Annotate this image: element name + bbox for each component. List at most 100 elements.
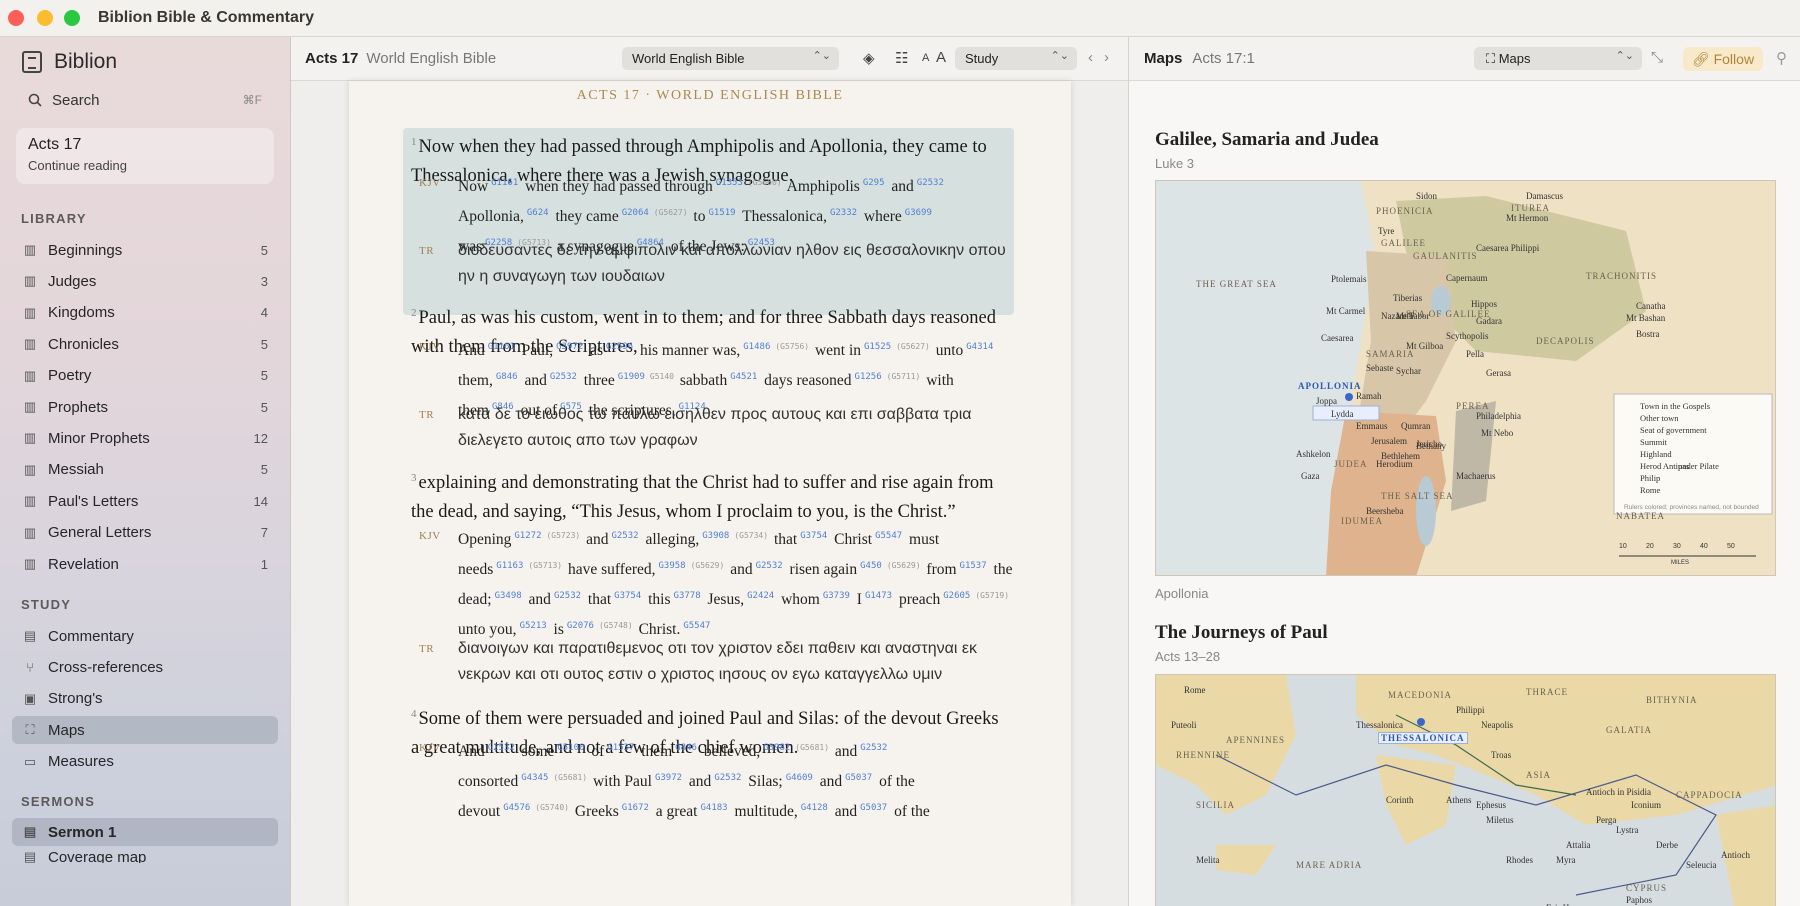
map-label[interactable]: Antioch in Pisidia (1586, 787, 1651, 797)
maps-select[interactable]: ⛶ Maps ⌃⌄ (1474, 47, 1642, 70)
chevron-left-icon[interactable]: ‹ (1088, 49, 1093, 66)
close-window-button[interactable] (8, 10, 24, 26)
map-label[interactable]: APOLLONIA (1298, 381, 1362, 391)
strongs-link[interactable]: G2532 (756, 561, 783, 571)
strongs-link[interactable]: G1161 (491, 178, 518, 188)
map-label[interactable]: Joppa (1316, 396, 1337, 406)
map-label[interactable]: Damascus (1526, 191, 1563, 201)
strongs-link[interactable]: G5547 (875, 531, 902, 541)
strongs-link[interactable]: G2532 (860, 743, 887, 753)
map-label[interactable]: APENNINES (1226, 735, 1285, 745)
expand-icon[interactable]: ⤡ (1651, 49, 1663, 66)
map-galilee-samaria-judea[interactable]: Sidon Damascus PHOENICIA ITUREA Mt Hermon Tyr… (1155, 180, 1776, 576)
strongs-link[interactable]: G4521 (730, 372, 757, 382)
map-label[interactable]: Thessalonica (1356, 720, 1403, 730)
strongs-link[interactable]: G3754 (800, 531, 827, 541)
map-label[interactable]: GAULANITIS (1413, 251, 1478, 261)
map-label[interactable]: NABATEA (1616, 511, 1665, 521)
map-label[interactable]: Hippos (1471, 299, 1497, 309)
strongs-link[interactable]: G1525 (864, 342, 891, 352)
strongs-link[interactable]: G1537 (607, 743, 634, 753)
map-label[interactable]: Emmaus (1356, 421, 1388, 431)
map-label[interactable]: ASIA (1526, 770, 1551, 780)
map-label[interactable]: IDUMEA (1341, 516, 1383, 526)
map-label[interactable]: Paphos (1626, 895, 1652, 905)
sidebar-item-general-letters[interactable]: ▥ General Letters 7 (12, 519, 278, 547)
strongs-link[interactable]: G1909 (618, 372, 645, 382)
map-label[interactable]: Mt Tabor (1396, 311, 1429, 321)
strongs-link[interactable]: G3958 (659, 561, 686, 571)
map-label[interactable]: Sidon (1416, 191, 1437, 201)
sidebar-item-chronicles[interactable]: ▥ Chronicles 5 (12, 330, 278, 358)
translation-select[interactable]: World English Bible ⌃⌄ (622, 47, 839, 70)
map-label[interactable]: Antioch (1721, 850, 1750, 860)
map-label[interactable]: THRACE (1526, 687, 1568, 697)
map-label[interactable]: Lystra (1616, 825, 1639, 835)
map-label[interactable]: Gerasa (1486, 368, 1511, 378)
map-label[interactable]: Ptolemais (1331, 274, 1367, 284)
map-label[interactable]: Machaerus (1456, 471, 1495, 481)
strongs-link[interactable]: G1353 (716, 178, 743, 188)
strongs-link[interactable]: G3972 (556, 342, 583, 352)
follow-button[interactable]: 🔗︎ Follow (1683, 47, 1763, 71)
map-label[interactable]: Corinth (1386, 795, 1414, 805)
map-label[interactable]: PHOENICIA (1376, 206, 1434, 216)
strongs-link[interactable]: G5037 (860, 803, 887, 813)
verse-3[interactable]: 3 explaining and demonstrating that the C… (411, 464, 1011, 527)
strongs-link[interactable]: G3982 (763, 743, 790, 753)
map-label[interactable]: SICILIA (1196, 800, 1235, 810)
strongs-link[interactable]: G3754 (614, 591, 641, 601)
map-label[interactable]: Mt Hermon (1506, 213, 1548, 223)
strongs-link[interactable]: G1519 (708, 208, 735, 218)
sidebar-item-paul-s-letters[interactable]: ▥ Paul's Letters 14 (12, 487, 278, 515)
strongs-link[interactable]: G295 (863, 178, 885, 188)
map-label[interactable]: Capernaum (1446, 273, 1487, 283)
map-label[interactable]: Ephesus (1476, 800, 1506, 810)
map-label[interactable]: Mt Gilboa (1406, 341, 1443, 351)
strongs-link[interactable]: G3972 (655, 773, 682, 783)
strongs-link[interactable]: G846 (496, 372, 518, 382)
map-label[interactable]: Puteoli (1171, 720, 1197, 730)
map-label[interactable]: Melita (1196, 855, 1220, 865)
map-label[interactable]: Perga (1596, 815, 1616, 825)
map-label[interactable]: Bostra (1636, 329, 1660, 339)
map-label[interactable]: GALATIA (1606, 725, 1652, 735)
strongs-link[interactable]: G2532 (917, 178, 944, 188)
map-label[interactable]: Derbe (1656, 840, 1678, 850)
sidebar-item-commentary[interactable]: ▤ Commentary (12, 622, 278, 650)
map-label[interactable]: THE GREAT SEA (1196, 279, 1277, 289)
map-label[interactable]: Pella (1466, 349, 1484, 359)
strongs-link[interactable]: G624 (527, 208, 549, 218)
map-label[interactable]: Bethany (1416, 441, 1446, 451)
map-label[interactable]: Beersheba (1366, 506, 1403, 516)
map-label[interactable]: Myra (1556, 855, 1576, 865)
search-field[interactable]: Search ⌘F (16, 86, 274, 114)
map-journeys-of-paul[interactable]: Rome MACEDONIA Philippi Thessalonica THRACE N… (1155, 674, 1776, 906)
strongs-link[interactable]: G450 (860, 561, 882, 571)
minimize-window-button[interactable] (37, 10, 53, 26)
strongs-link[interactable]: G2532 (488, 743, 515, 753)
map-label[interactable]: Neapolis (1481, 720, 1513, 730)
strongs-link[interactable]: G2424 (747, 591, 774, 601)
zoom-window-button[interactable] (64, 10, 80, 26)
map-label[interactable]: Ashkelon (1296, 449, 1331, 459)
sidebar-item-messiah[interactable]: ▥ Messiah 5 (12, 456, 278, 484)
map-label[interactable]: TRACHONITIS (1586, 271, 1657, 281)
strongs-link[interactable]: G1272 (514, 531, 541, 541)
sidebar-item-beginnings[interactable]: ▥ Beginnings 5 (12, 236, 278, 264)
strongs-link[interactable]: G1256 (855, 372, 882, 382)
sidebar-item-sermon-2[interactable]: ▤ Coverage map (12, 849, 278, 863)
strongs-link[interactable]: G1161 (488, 342, 515, 352)
map-label[interactable]: Scythopolis (1446, 331, 1489, 341)
layers-icon[interactable]: ◈ (863, 49, 875, 67)
map-label[interactable]: Canatha (1636, 301, 1666, 311)
strongs-link[interactable]: G2605 (943, 591, 970, 601)
strongs-link[interactable]: G5037 (845, 773, 872, 783)
map-label[interactable]: Gaza (1301, 471, 1319, 481)
map-label[interactable]: THESSALONICA (1378, 732, 1468, 744)
strongs-link[interactable]: G1672 (622, 803, 649, 813)
sidebar-item-maps[interactable]: ⛶ Maps (12, 716, 278, 745)
map-label[interactable]: Troas (1491, 750, 1511, 760)
strongs-link[interactable]: G4609 (786, 773, 813, 783)
map-label[interactable]: PEREA (1456, 401, 1490, 411)
